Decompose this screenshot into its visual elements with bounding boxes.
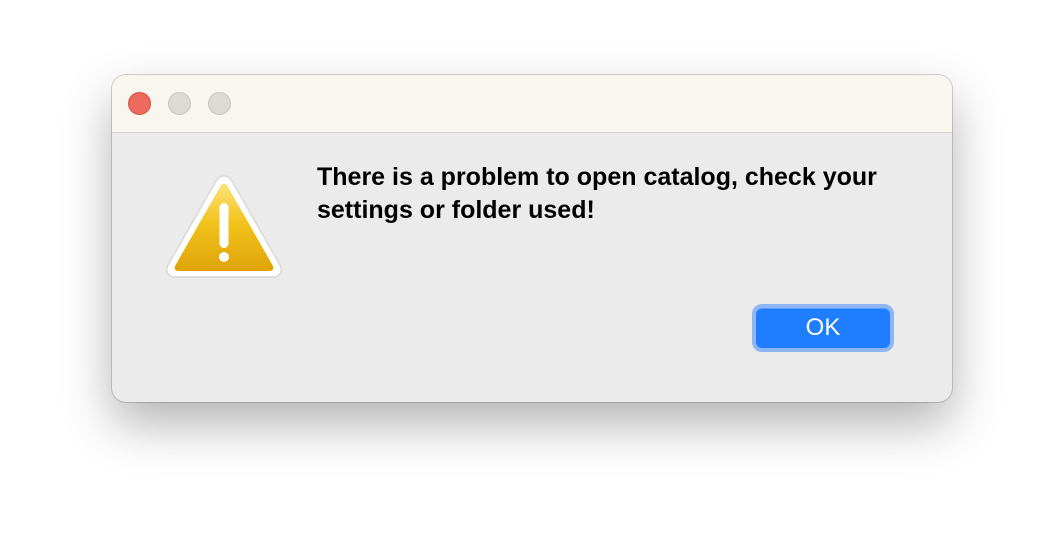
title-bar [112, 75, 952, 133]
ok-button[interactable]: OK [752, 304, 894, 352]
warning-icon [166, 175, 282, 278]
zoom-button[interactable] [208, 92, 231, 115]
alert-message: There is a problem to open catalog, chec… [317, 163, 877, 224]
close-button[interactable] [128, 92, 151, 115]
minimize-button[interactable] [168, 92, 191, 115]
alert-dialog: There is a problem to open catalog, chec… [112, 75, 952, 402]
